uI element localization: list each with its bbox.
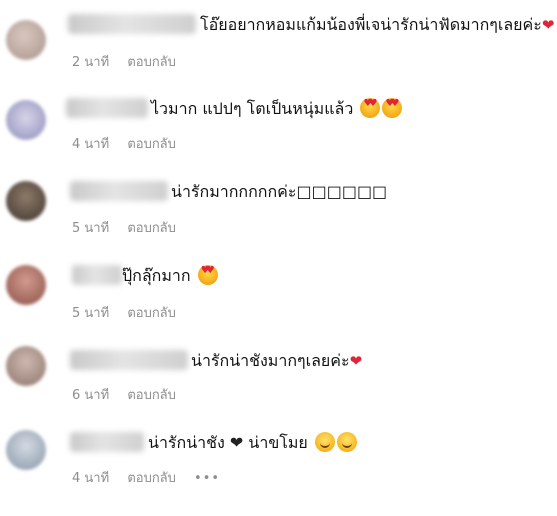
comment-meta: 2 นาที ตอบกลับ: [72, 51, 176, 72]
reply-button[interactable]: ตอบกลับ: [127, 302, 176, 323]
comment-text: ไวมาก แปปๆ โตเป็นหนุ่มแล้ว: [151, 98, 403, 120]
username[interactable]: [66, 98, 148, 118]
heart-eyes-emoji-icon: [382, 98, 403, 118]
comment-body: ปุ๊กลุ๊กมาก: [122, 266, 191, 285]
comment-text: น่ารักน่าชังมากๆเลยค่ะ❤: [191, 350, 362, 372]
avatar[interactable]: [6, 100, 46, 140]
reply-button[interactable]: ตอบกลับ: [127, 467, 176, 488]
comment-time[interactable]: 5 นาที: [72, 302, 109, 323]
comment-time[interactable]: 6 นาที: [72, 384, 109, 405]
comment-body: ไวมาก แปปๆ โตเป็นหนุ่มแล้ว: [151, 99, 354, 118]
avatar[interactable]: [6, 20, 46, 60]
comment-item: น่ารักมากกกกกค่ะ□□□□□□ 5 นาที ตอบกลับ: [0, 181, 557, 265]
comment-item: โอ๊ยอยากหอมแก้มน้องพี่เจน่ารักน่าฟัดมากๆ…: [0, 14, 557, 98]
comment-body: น่ารักมากกกกกค่ะ□□□□□□: [171, 182, 388, 201]
username[interactable]: [72, 265, 122, 285]
comment-time[interactable]: 4 นาที: [72, 133, 109, 154]
red-heart-icon: ❤: [349, 352, 363, 370]
comment-body: น่ารักน่าชัง: [148, 433, 225, 452]
reply-button[interactable]: ตอบกลับ: [127, 217, 176, 238]
avatar[interactable]: [6, 265, 46, 305]
heart-eyes-emoji-icon: [197, 265, 218, 285]
heart-eyes-emoji-icon: [360, 98, 381, 118]
comment-text: น่ารักมากกกกกค่ะ□□□□□□: [171, 181, 387, 203]
comment-time[interactable]: 2 นาที: [72, 51, 109, 72]
username[interactable]: [70, 181, 168, 201]
comment-time[interactable]: 4 นาที: [72, 467, 109, 488]
comment-meta: 6 นาที ตอบกลับ: [72, 384, 176, 405]
more-options-icon[interactable]: •••: [194, 471, 220, 486]
avatar[interactable]: [6, 181, 46, 221]
comment-text: น่ารักน่าชัง ❤ น่าขโมย: [148, 432, 357, 454]
comment-meta: 5 นาที ตอบกลับ: [72, 302, 176, 323]
avatar[interactable]: [6, 346, 46, 386]
comment-time[interactable]: 5 นาที: [72, 217, 109, 238]
comment-body: น่ารักน่าชังมากๆเลยค่ะ: [191, 351, 350, 370]
comment-text: ปุ๊กลุ๊กมาก: [122, 265, 218, 287]
blush-emoji-icon: [314, 432, 335, 452]
avatar[interactable]: [6, 430, 46, 470]
reply-button[interactable]: ตอบกลับ: [127, 384, 176, 405]
username[interactable]: [68, 14, 196, 34]
comment-meta: 4 นาที ตอบกลับ •••: [72, 467, 220, 488]
username[interactable]: [70, 350, 188, 370]
comment-item: น่ารักน่าชัง ❤ น่าขโมย 4 นาที ตอบกลับ ••…: [0, 430, 557, 516]
comment-meta: 5 นาที ตอบกลับ: [72, 217, 176, 238]
comment-meta: 4 นาที ตอบกลับ: [72, 133, 176, 154]
comment-item: ไวมาก แปปๆ โตเป็นหนุ่มแล้ว 4 นาที ตอบกลั…: [0, 98, 557, 182]
username[interactable]: [70, 432, 144, 452]
comment-text: โอ๊ยอยากหอมแก้มน้องพี่เจน่ารักน่าฟัดมากๆ…: [200, 14, 554, 36]
reply-button[interactable]: ตอบกลับ: [127, 133, 176, 154]
comment-body: โอ๊ยอยากหอมแก้มน้องพี่เจน่ารักน่าฟัดมากๆ…: [200, 15, 542, 34]
red-heart-icon: ❤: [541, 16, 555, 34]
comment-item: น่ารักน่าชังมากๆเลยค่ะ❤ 6 นาที ตอบกลับ: [0, 346, 557, 434]
reply-button[interactable]: ตอบกลับ: [127, 51, 176, 72]
black-heart-icon: ❤: [229, 433, 244, 452]
comment-item: ปุ๊กลุ๊กมาก 5 นาที ตอบกลับ: [0, 265, 557, 349]
comment-body-2: น่าขโมย: [248, 433, 308, 452]
blush-emoji-icon: [336, 432, 357, 452]
